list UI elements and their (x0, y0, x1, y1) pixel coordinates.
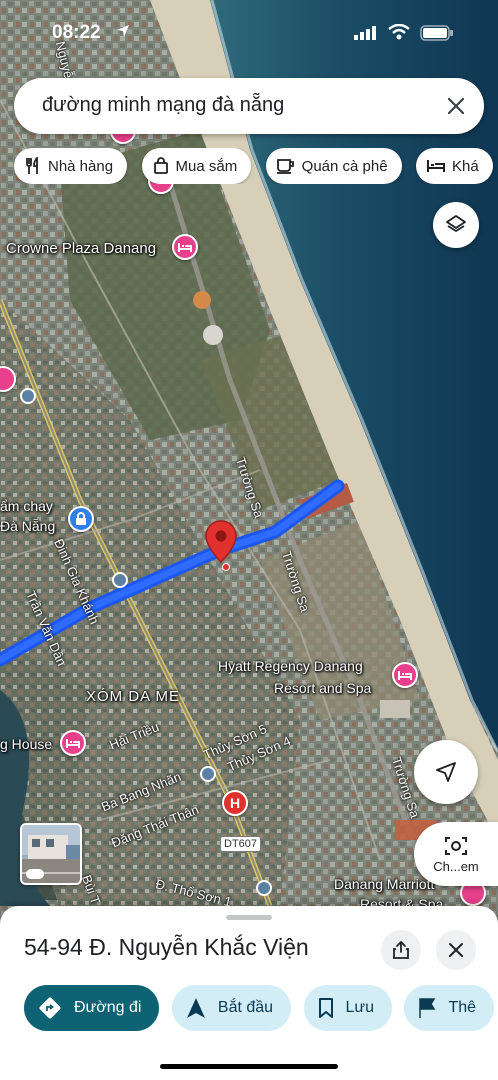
map-label-crowne: Crowne Plaza Danang (6, 240, 157, 257)
clear-search-icon[interactable] (444, 94, 468, 118)
hospital-icon: H (229, 795, 241, 811)
hospital-poi[interactable]: H (222, 790, 248, 816)
status-bar: 08:22 (0, 0, 498, 64)
status-time: 08:22 (52, 22, 101, 43)
layers-button[interactable] (433, 202, 479, 248)
map-label-marriott: Danang Marriott (334, 876, 435, 892)
directions-icon (39, 997, 61, 1019)
street-view-thumbnail[interactable] (20, 823, 82, 885)
360-icon (26, 869, 44, 879)
layers-icon (446, 215, 466, 232)
my-location-button[interactable] (414, 740, 478, 804)
bed-icon (66, 739, 80, 748)
bed-icon (178, 243, 192, 252)
share-button[interactable] (381, 930, 421, 970)
location-arrow-icon (117, 25, 129, 37)
place-title: 54-94 Đ. Nguyễn Khắc Viện (24, 934, 309, 960)
action-buttons: Đường đi Bắt đầu Lưu Thê (24, 985, 498, 1031)
bus-stop-icon[interactable] (112, 572, 128, 588)
place-sheet[interactable]: 54-94 Đ. Nguyễn Khắc Viện Đường đi Bắt đ… (0, 906, 498, 1080)
chip-hotels[interactable]: Khá (416, 148, 493, 184)
map-label-xom-da-me: XÓM DA ME (86, 688, 181, 705)
map-label-hyatt-2: Resort and Spa (274, 680, 372, 696)
chip-label: Mua sắm (175, 157, 238, 175)
map-label-hyatt: Hyatt Regency Danang (218, 658, 363, 674)
shopping-bag-icon (153, 157, 168, 174)
chip-coffee[interactable]: Quán cà phê (265, 148, 402, 184)
bed-icon (398, 671, 412, 680)
add-label-button[interactable]: Thê (404, 985, 495, 1031)
bus-stop-icon[interactable] (256, 880, 272, 896)
directions-label: Đường đi (74, 999, 142, 1016)
directions-button[interactable]: Đường đi (24, 985, 160, 1031)
map-label-tam-chay: ẩm chay (0, 498, 53, 514)
lens-search-button[interactable]: Ch...em (414, 822, 498, 886)
close-icon (449, 943, 463, 957)
location-pin-icon (205, 520, 237, 564)
chip-label: Nhà hàng (48, 157, 114, 175)
navigation-arrow-icon (436, 762, 456, 782)
road-shield-dt607: DT607 (220, 836, 262, 852)
chip-label: Khá (452, 157, 479, 175)
add-label-label: Thê (448, 999, 477, 1016)
chip-restaurants[interactable]: Nhà hàng (14, 148, 128, 184)
restaurant-icon (26, 157, 38, 174)
pin-dot (222, 563, 230, 571)
hotel-poi-hyatt[interactable] (392, 662, 418, 688)
wifi-icon (388, 24, 410, 40)
chip-label: Quán cà phê (301, 157, 388, 175)
hotel-poi-house[interactable] (60, 730, 86, 756)
camera-lens-icon (445, 836, 467, 855)
signal-icon (354, 26, 376, 40)
close-button[interactable] (436, 930, 476, 970)
search-query[interactable]: đường minh mạng đà nẵng (42, 94, 284, 117)
start-button[interactable]: Bắt đầu (171, 985, 292, 1031)
search-bar[interactable]: đường minh mạng đà nẵng (14, 78, 484, 134)
drag-handle[interactable] (226, 915, 272, 920)
home-indicator[interactable] (160, 1064, 338, 1069)
navigation-icon (186, 998, 205, 1018)
chip-shopping[interactable]: Mua sắm (141, 148, 252, 184)
battery-icon (420, 25, 453, 41)
map-label-g-house: g House (0, 736, 53, 752)
lock-poi[interactable] (68, 506, 94, 532)
category-chips: Nhà hàng Mua sắm Quán cà phê Khá (14, 148, 498, 184)
bookmark-icon (318, 998, 333, 1018)
flag-icon (419, 998, 436, 1018)
hotel-poi-crowne[interactable] (172, 234, 198, 260)
start-label: Bắt đầu (217, 999, 274, 1016)
coffee-icon (276, 159, 294, 174)
map-label-da-nang: Đà Nẵng (0, 518, 56, 534)
share-icon (393, 940, 409, 959)
bus-stop-icon[interactable] (20, 388, 36, 404)
bus-stop-icon[interactable] (200, 766, 216, 782)
save-button[interactable]: Lưu (303, 985, 393, 1031)
save-label: Lưu (345, 999, 375, 1016)
hotel-icon (427, 160, 446, 172)
lens-label: Ch...em (433, 858, 479, 874)
lock-icon (76, 512, 86, 525)
